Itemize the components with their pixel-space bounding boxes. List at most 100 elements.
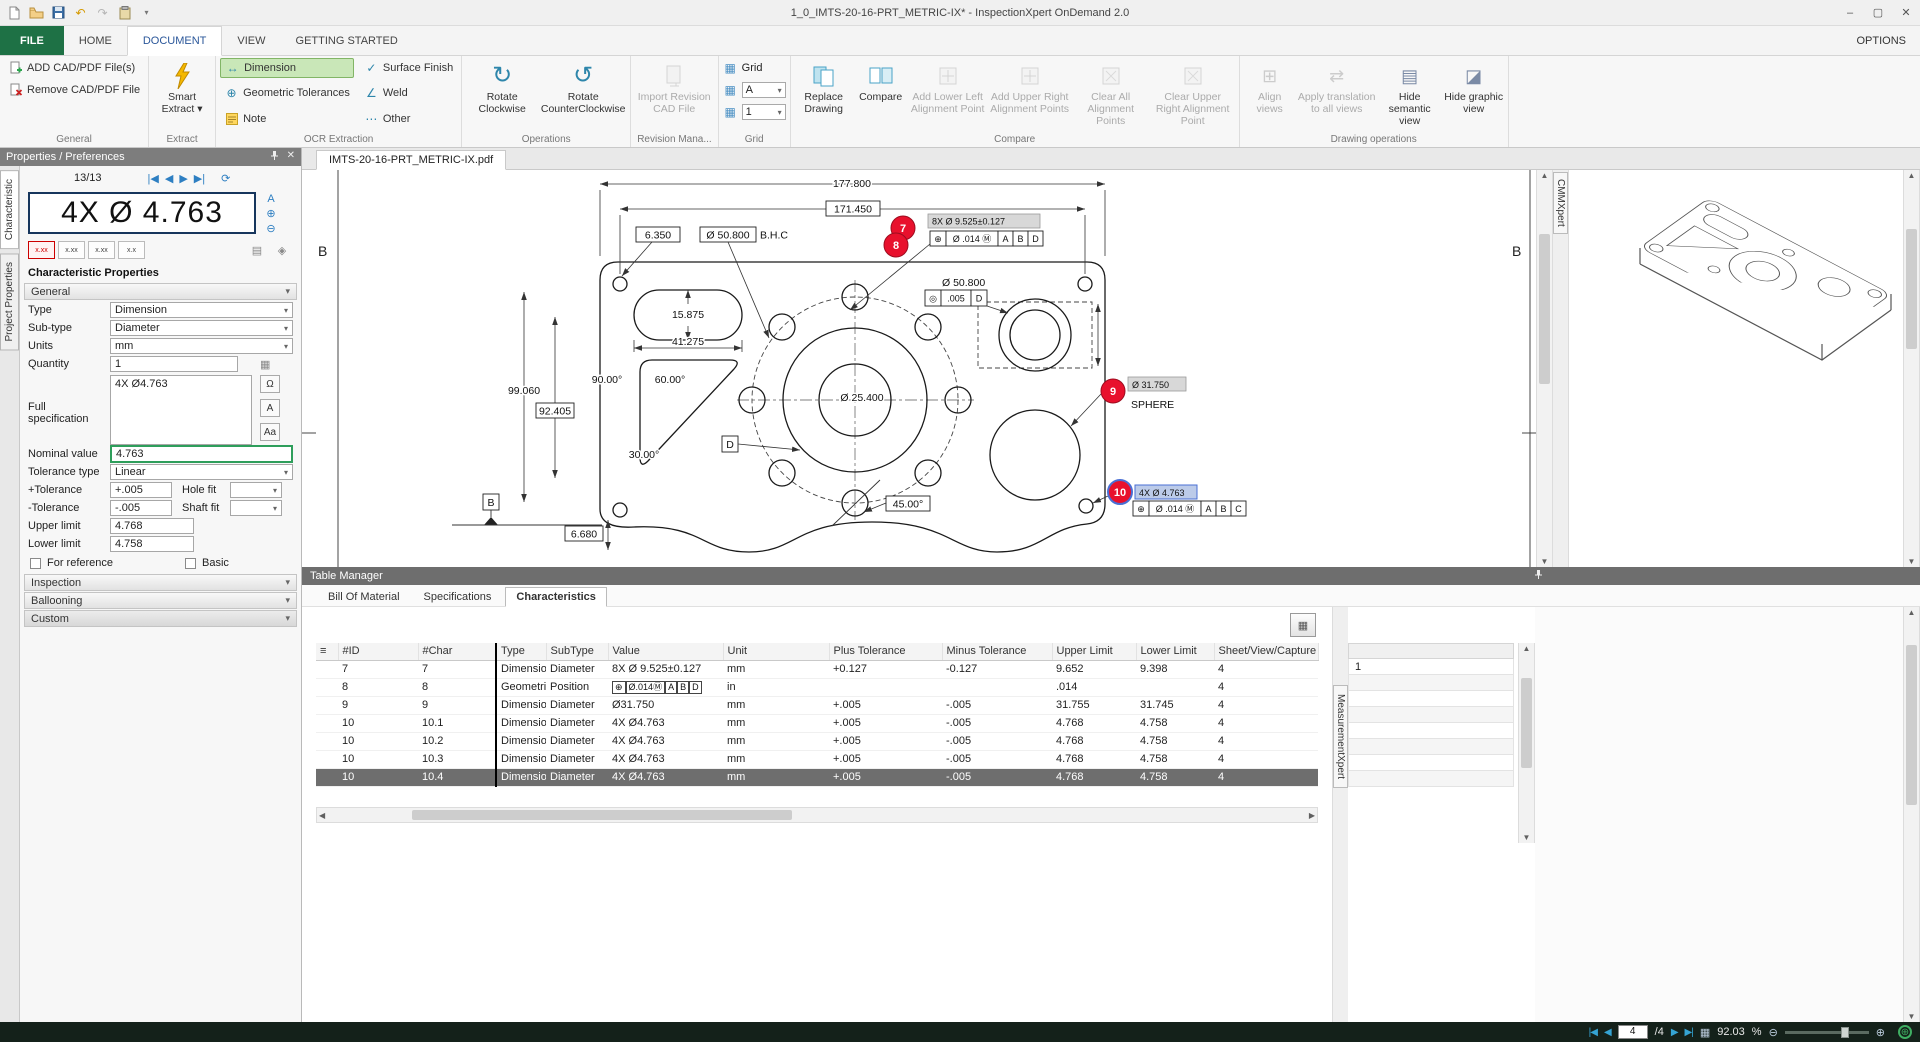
upper-limit-input[interactable]: 4.768 [110,518,194,534]
dim-angle-90[interactable]: 90.00° [592,374,622,386]
table-row[interactable]: 77DimensionDiameter8X Ø 9.525±0.127mm+0.… [316,660,1318,678]
undo-icon[interactable]: ↶ [72,4,89,21]
zoom-out-button[interactable]: ⊖ [261,222,281,235]
side-panel-scrollbar[interactable]: ▲ ▼ [1903,607,1920,1022]
rotate-capture-button[interactable]: A [261,192,281,205]
sphere-callout[interactable]: Ø 31.750 SPHERE [1128,377,1186,411]
last-page-button[interactable]: ▶| [1685,1027,1693,1038]
table-row[interactable]: 88Geometric TPosition⊕Ø.014ⓂABDin.0144 [316,678,1318,696]
tab-view[interactable]: VIEW [222,26,280,55]
row-menu-icon[interactable]: ≡ [316,643,338,660]
scroll-up-icon[interactable]: ▲ [1908,171,1916,180]
next-page-button[interactable]: ▶ [1671,1027,1678,1038]
fit-page-icon[interactable]: ▦ [1700,1026,1710,1039]
capture-region-icon[interactable]: ▤ [246,241,268,259]
ocr-weld-button[interactable]: ∠ Weld [360,83,457,103]
side-tab-characteristic[interactable]: Characteristic [0,170,19,249]
pin-icon[interactable] [1534,569,1543,583]
scroll-up-icon[interactable]: ▲ [1908,608,1916,617]
sheet-list-row[interactable] [1349,755,1514,771]
add-upper-right-alignment-button[interactable]: Add Upper Right Alignment Points [989,58,1071,115]
maximize-button[interactable]: ▢ [1864,3,1892,23]
col-char[interactable]: #Char [418,643,496,660]
open-folder-icon[interactable] [28,4,45,21]
scroll-right-icon[interactable]: ▶ [1309,811,1315,820]
drawing-vertical-scrollbar[interactable]: ▲ ▼ [1536,170,1553,567]
dim-center-hole[interactable]: Ø 25.400 [840,392,883,404]
balloon-10-selected[interactable]: 10 4X Ø 4.763 ⊕ Ø .014 Ⓜ A B [1093,480,1246,516]
dim-angle-45[interactable]: 45.00° [893,499,923,511]
ocr-other-button[interactable]: ⋯ Other [360,109,457,129]
last-characteristic-button[interactable]: ▶| [194,172,205,185]
rotate-clockwise-button[interactable]: ↻ Rotate Clockwise [466,58,538,115]
zoom-in-icon[interactable]: ⊕ [1876,1026,1885,1039]
dim-height-total[interactable]: 99.060 [508,385,540,397]
grid-letter-select[interactable]: A▾ [742,82,786,98]
tab-file[interactable]: FILE [0,26,64,55]
section-general[interactable]: General▾ [24,283,297,300]
col-type[interactable]: Type [496,643,546,660]
format-option-button[interactable]: x.xx [58,241,85,259]
dim-slot-span[interactable]: 41.275 [672,336,704,348]
full-specification-textarea[interactable]: 4X Ø4.763 [110,375,252,445]
add-cad-pdf-button[interactable]: ADD CAD/PDF File(s) [4,58,139,78]
grid-number-select[interactable]: 1▾ [742,104,786,120]
close-button[interactable]: ✕ [1892,3,1920,23]
gdt-frame-position-abd[interactable]: ⊕ Ø .014 Ⓜ A B D [930,231,1043,246]
close-panel-icon[interactable]: ✕ [287,150,295,164]
sheet-list-row[interactable] [1349,771,1514,787]
zoom-slider-handle[interactable] [1841,1027,1849,1038]
redo-icon[interactable]: ↷ [94,4,111,21]
rotate-counterclockwise-button[interactable]: ↺ Rotate CounterClockwise [540,58,626,115]
dim-width-total[interactable]: 177.800 [833,178,871,190]
flip-capture-icon[interactable]: ⟳ [221,172,230,185]
ocr-geometric-tolerances-button[interactable]: ⊕ Geometric Tolerances [220,83,354,103]
col-sheet-view-capture[interactable]: Sheet/View/Capture [1214,643,1318,660]
clear-upper-right-alignment-button[interactable]: Clear Upper Right Alignment Point [1151,58,1235,127]
remove-cad-pdf-button[interactable]: Remove CAD/PDF File [4,80,144,100]
table-row[interactable]: 1010.4DimensionDiameter4X Ø4.763mm+.005-… [316,768,1318,786]
col-minus-tolerance[interactable]: Minus Tolerance [942,643,1052,660]
scroll-up-icon[interactable]: ▲ [1541,171,1549,180]
save-icon[interactable] [50,4,67,21]
basic-checkbox[interactable] [185,558,196,569]
options-button[interactable]: OPTIONS [1842,26,1920,55]
section-ballooning[interactable]: Ballooning▾ [24,592,297,609]
sheet-list-row[interactable] [1349,707,1514,723]
col-upper-limit[interactable]: Upper Limit [1052,643,1136,660]
page-number-input[interactable]: 4 [1618,1025,1648,1039]
sheet-list-scrollbar[interactable]: ▲ ▼ [1518,643,1535,843]
col-plus-tolerance[interactable]: Plus Tolerance [829,643,942,660]
plus-tolerance-input[interactable]: +.005 [110,482,172,498]
replace-drawing-button[interactable]: Replace Drawing [795,58,853,115]
col-subtype[interactable]: SubType [546,643,608,660]
dim-cbore[interactable]: Ø 50.800 [942,277,985,289]
dim-angle-30[interactable]: 30.00° [629,449,659,461]
sheet-list-row[interactable] [1349,723,1514,739]
for-reference-checkbox[interactable] [30,558,41,569]
dim-edge-offset[interactable]: 6.350 [645,230,671,242]
tab-document[interactable]: DOCUMENT [127,26,223,56]
gdt-frame-position-abc[interactable]: ⊕ Ø .014 Ⓜ A B C [1133,501,1246,516]
tab-home[interactable]: HOME [64,26,127,55]
type-select[interactable]: Dimension▾ [110,302,293,318]
minimize-button[interactable]: – [1836,3,1864,23]
dim-bhc[interactable]: Ø 50.800 [706,230,749,242]
section-custom[interactable]: Custom▾ [24,610,297,627]
import-revision-button[interactable]: Import Revision CAD File [635,58,713,115]
grid-toggle-button[interactable]: ▦ Grid [723,58,763,78]
document-tab[interactable]: IMTS-20-16-PRT_METRIC-IX.pdf [316,150,506,170]
col-unit[interactable]: Unit [723,643,829,660]
hole-fit-select[interactable]: ▾ [230,482,282,498]
ocr-surface-finish-button[interactable]: ✓ Surface Finish [360,58,457,78]
zoom-in-button[interactable]: ⊕ [261,207,281,220]
letter-format-button[interactable]: A [260,399,280,417]
quantity-input[interactable]: 1 [110,356,238,372]
scroll-down-icon[interactable]: ▼ [1541,557,1549,566]
sheet-list-row[interactable] [1349,675,1514,691]
dim-angle-60[interactable]: 60.00° [655,374,685,386]
qat-dropdown-icon[interactable]: ▾ [138,4,155,21]
scroll-left-icon[interactable]: ◀ [319,811,325,820]
graphic-view-scrollbar[interactable]: ▲ ▼ [1903,170,1920,567]
datum-d-label[interactable]: D [726,439,734,451]
